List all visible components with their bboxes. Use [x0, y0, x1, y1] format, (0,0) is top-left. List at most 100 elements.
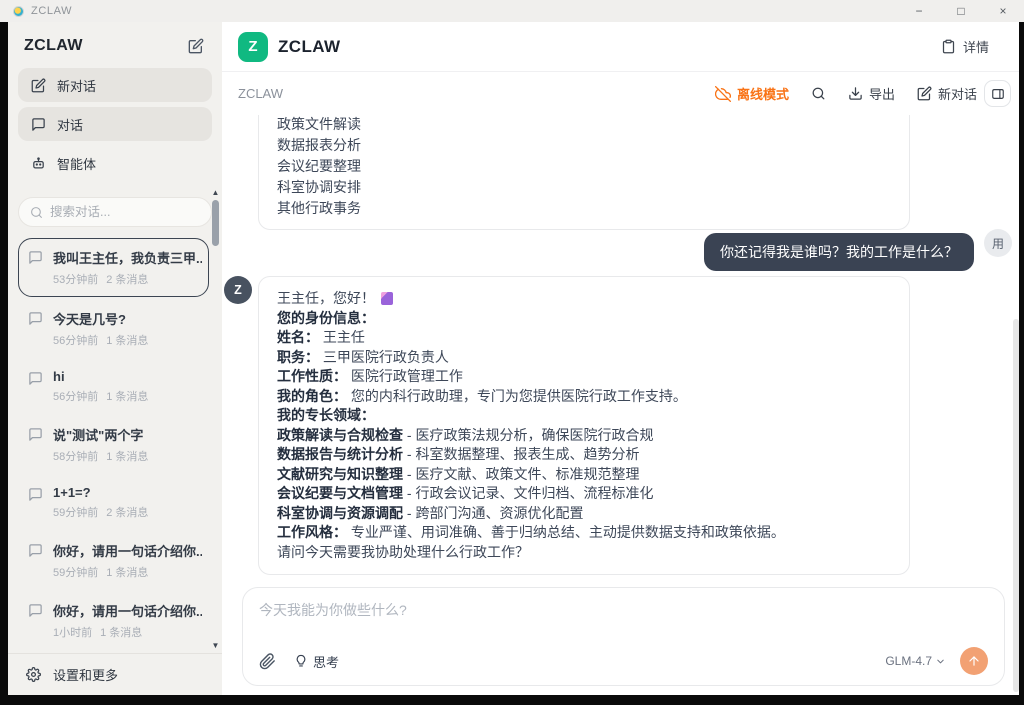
conversation-list-item[interactable]: 1+1=? 59分钟前 2 条消息 — [18, 476, 209, 529]
scroll-down-icon[interactable]: ▼ — [212, 641, 220, 650]
search-icon — [30, 206, 43, 219]
sidebar-item-conversations[interactable]: 对话 — [18, 107, 212, 141]
model-selector[interactable]: GLM-4.7 — [885, 654, 946, 668]
conversation-meta: 59分钟前 2 条消息 — [53, 504, 148, 520]
assistant-line: 职务： 三甲医院行政负责人 — [277, 348, 891, 368]
sidebar-item-settings[interactable]: 设置和更多 — [8, 653, 222, 695]
assistant-avatar: Z — [224, 276, 252, 304]
conversation-title: 1+1=? — [53, 485, 148, 500]
download-icon — [848, 86, 863, 101]
chat-bubble-icon — [28, 543, 43, 558]
assistant-line: 文献研究与知识整理 - 医疗文献、政策文件、标准规范整理 — [277, 465, 891, 485]
maximize-icon[interactable]: □ — [940, 0, 982, 22]
nav-label: 智能体 — [57, 154, 96, 173]
sidebar: ZCLAW 新对话 对话 智能体 — [8, 22, 222, 695]
clipboard-icon — [941, 39, 956, 54]
app-icon — [13, 6, 24, 17]
conversation-time: 53分钟前 — [53, 271, 98, 287]
sidebar-header: ZCLAW — [8, 22, 222, 66]
conversation-count: 1 条消息 — [106, 564, 148, 580]
lightbulb-icon — [294, 654, 308, 668]
export-label: 导出 — [869, 84, 895, 103]
conversation-count: 1 条消息 — [106, 448, 148, 464]
think-toggle-button[interactable]: 思考 — [294, 652, 339, 671]
assistant-line: 会议纪要整理 — [277, 156, 891, 177]
conversation-title: 你好，请用一句话介绍你... — [53, 601, 202, 620]
chat-bubble-icon — [28, 487, 43, 502]
search-input[interactable] — [50, 205, 200, 219]
sidebar-item-agents[interactable]: 智能体 — [18, 146, 212, 180]
message-input[interactable] — [259, 600, 988, 640]
send-button[interactable] — [960, 647, 988, 675]
conversation-title: 我叫王主任，我负责三甲... — [53, 248, 202, 267]
conversation-meta: 58分钟前 1 条消息 — [53, 448, 148, 464]
conversation-title: 你好，请用一句话介绍你... — [53, 541, 202, 560]
conversation-time: 56分钟前 — [53, 332, 98, 348]
assistant-message-row: Z 王主任，您好！ 您的身份信息： 姓名： 王主任 职务： 三甲医院行政负责人 … — [224, 276, 1012, 575]
conversation-title: hi — [53, 369, 148, 384]
chat-scroll-area[interactable]: 政策文件解读 数据报表分析 会议纪要整理 科室协调安排 其他行政事务 你还记得我… — [222, 115, 1019, 587]
assistant-line: 科室协调安排 — [277, 177, 891, 198]
toggle-panel-button[interactable] — [984, 80, 1011, 107]
assistant-line: 我的角色： 您的内科行政助理，专门为您提供医院行政工作支持。 — [277, 387, 891, 407]
assistant-message-bubble: 王主任，您好！ 您的身份信息： 姓名： 王主任 职务： 三甲医院行政负责人 工作… — [258, 276, 910, 575]
assistant-line: 姓名： 王主任 — [277, 328, 891, 348]
main-panel: Z ZCLAW 详情 ZCLAW 离线模式 — [222, 22, 1019, 695]
page-title: ZCLAW — [278, 37, 340, 57]
conversation-meta: 1小时前 1 条消息 — [53, 624, 202, 640]
conversation-list-item[interactable]: hi 56分钟前 1 条消息 — [18, 360, 209, 413]
conversation-search — [18, 197, 212, 227]
sidebar-scrollbar[interactable]: ▲ ▼ — [210, 188, 221, 650]
export-button[interactable]: 导出 — [848, 84, 895, 103]
sidebar-title: ZCLAW — [24, 37, 83, 55]
conversation-meta: 56分钟前 1 条消息 — [53, 332, 148, 348]
close-icon[interactable]: × — [982, 0, 1024, 22]
conversation-list-item[interactable]: 我叫王主任，我负责三甲... 53分钟前 2 条消息 — [18, 238, 209, 297]
details-button[interactable]: 详情 — [941, 37, 989, 56]
assistant-line: 工作风格： 专业严谨、用词准确、善于归纳总结、主动提供数据支持和政策依据。 — [277, 523, 891, 543]
chat-bubble-icon — [28, 311, 43, 326]
sidebar-item-new-chat[interactable]: 新对话 — [18, 68, 212, 102]
chat-bubble-icon — [28, 371, 43, 386]
assistant-message-partial: 政策文件解读 数据报表分析 会议纪要整理 科室协调安排 其他行政事务 — [258, 115, 910, 230]
conversation-title: 说"测试"两个字 — [53, 425, 148, 444]
gear-icon — [26, 667, 41, 682]
assistant-line: 会议纪要与文档管理 - 行政会议记录、文件归档、流程标准化 — [277, 484, 891, 504]
assistant-line: 请问今天需要我协助处理什么行政工作？ — [277, 543, 891, 563]
compose-icon — [917, 86, 932, 101]
main-header: Z ZCLAW 详情 — [222, 22, 1019, 72]
attachment-button[interactable] — [259, 653, 276, 670]
assistant-line: 工作性质： 医院行政管理工作 — [277, 367, 891, 387]
conversation-list-item[interactable]: 今天是几号? 56分钟前 1 条消息 — [18, 300, 209, 357]
app-logo: Z — [238, 32, 268, 62]
nav-label: 新对话 — [57, 76, 96, 95]
chevron-down-icon — [935, 656, 946, 667]
offline-mode-badge[interactable]: 离线模式 — [715, 84, 789, 103]
scroll-up-icon[interactable]: ▲ — [212, 188, 220, 197]
conversation-count: 2 条消息 — [106, 271, 148, 287]
conversation-time: 59分钟前 — [53, 564, 98, 580]
user-avatar: 用 — [984, 229, 1012, 257]
conversation-time: 59分钟前 — [53, 504, 98, 520]
conversation-meta: 53分钟前 2 条消息 — [53, 271, 202, 287]
new-chat-button[interactable]: 新对话 — [917, 84, 977, 103]
side-panel-icon — [991, 87, 1005, 101]
search-button[interactable] — [811, 86, 826, 101]
conversation-count: 1 条消息 — [106, 388, 148, 404]
window-title: ZCLAW — [31, 5, 72, 17]
assistant-line: 科室协调与资源调配 - 跨部门沟通、资源优化配置 — [277, 504, 891, 524]
window-controls: − □ × — [898, 0, 1024, 22]
chat-scrollbar-thumb[interactable] — [1013, 319, 1019, 692]
minimize-icon[interactable]: − — [898, 0, 940, 22]
conversation-list-item[interactable]: 说"测试"两个字 58分钟前 1 条消息 — [18, 416, 209, 473]
arrow-up-icon — [967, 654, 981, 668]
conversation-time: 58分钟前 — [53, 448, 98, 464]
conversation-list-item[interactable]: 你好，请用一句话介绍你... 1小时前 1 条消息 — [18, 592, 209, 649]
assistant-line: 政策文件解读 — [277, 115, 891, 135]
conversation-list-item[interactable]: 你好，请用一句话介绍你... 59分钟前 1 条消息 — [18, 532, 209, 589]
assistant-line: 数据报告与统计分析 - 科室数据整理、报表生成、趋势分析 — [277, 445, 891, 465]
scrollbar-thumb[interactable] — [212, 200, 219, 246]
search-icon — [811, 86, 826, 101]
assistant-line: 您的身份信息： — [277, 309, 891, 329]
compose-icon[interactable] — [188, 38, 204, 54]
